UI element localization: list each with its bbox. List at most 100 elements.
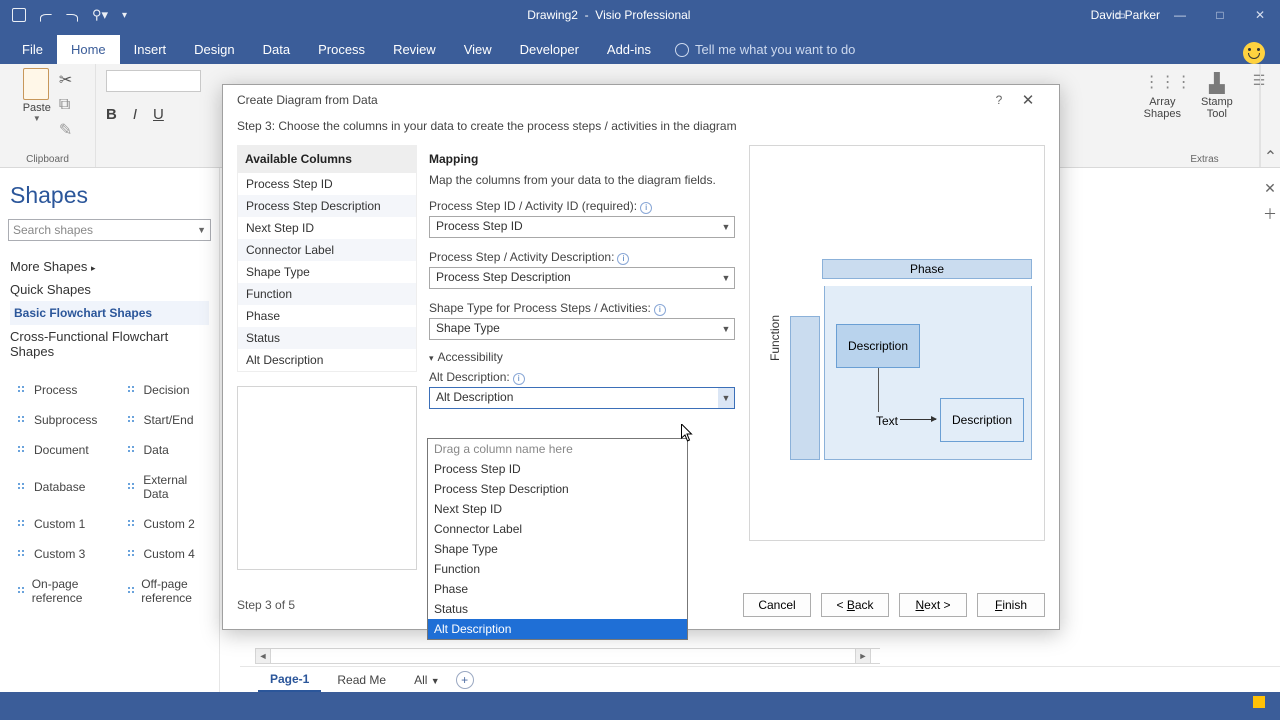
cut-icon[interactable]: ✂ [59, 70, 72, 90]
field3-select[interactable]: Shape Type▼ [429, 318, 735, 340]
dropdown-item[interactable]: Status [428, 599, 687, 619]
font-selector[interactable] [106, 70, 201, 92]
tab-file[interactable]: File [8, 35, 57, 64]
available-column-item[interactable]: Alt Description [238, 349, 416, 371]
scroll-left-icon[interactable]: ◄ [255, 648, 271, 664]
more-shapes-link[interactable]: More Shapes ▸ [10, 255, 209, 278]
array-shapes-icon[interactable]: ⋮⋮⋮ [1144, 72, 1168, 94]
page-tab-readme[interactable]: Read Me [325, 669, 398, 691]
undo-icon[interactable] [40, 14, 52, 22]
dropdown-item[interactable]: Phase [428, 579, 687, 599]
tab-addins[interactable]: Add-ins [593, 35, 665, 64]
available-column-item[interactable]: Next Step ID [238, 217, 416, 239]
tab-review[interactable]: Review [379, 35, 450, 64]
field4-select[interactable]: Alt Description▼ [429, 387, 735, 409]
tab-process[interactable]: Process [304, 35, 379, 64]
array-shapes-button[interactable]: Array Shapes [1144, 96, 1181, 120]
add-pane-icon[interactable]: ＋ [1263, 204, 1277, 224]
collapse-ribbon-icon[interactable]: ⌃ [1260, 64, 1280, 167]
page-tab-all[interactable]: All ▼ [402, 669, 452, 691]
touch-mode-icon[interactable]: ⚲▾ [92, 7, 108, 23]
stencil-shape[interactable]: External Data [110, 465, 220, 509]
stencil-shape[interactable]: Database [0, 465, 110, 509]
paste-icon[interactable] [23, 68, 49, 100]
dropdown-item[interactable]: Shape Type [428, 539, 687, 559]
maximize-icon[interactable]: □ [1200, 0, 1240, 30]
hscroll-track[interactable] [271, 648, 880, 664]
preview-connector-text: Text [876, 414, 898, 428]
save-icon[interactable] [12, 8, 26, 22]
cancel-button[interactable]: Cancel [743, 593, 811, 617]
available-column-item[interactable]: Connector Label [238, 239, 416, 261]
stencil-shape[interactable]: Subprocess [0, 405, 110, 435]
stencil-shape[interactable]: Process [0, 375, 110, 405]
italic-button[interactable]: I [133, 106, 137, 123]
qat-more-icon[interactable]: ▾ [122, 10, 127, 21]
field2-select[interactable]: Process Step Description▼ [429, 267, 735, 289]
bold-button[interactable]: B [106, 106, 117, 123]
dialog-title: Create Diagram from Data [237, 93, 378, 107]
stencil-shape[interactable]: Decision [110, 375, 220, 405]
stencil-shape[interactable]: Off-page reference [110, 569, 220, 613]
dialog-help-icon[interactable]: ? [987, 93, 1011, 107]
tab-home[interactable]: Home [57, 35, 120, 64]
paste-button[interactable]: Paste [23, 102, 51, 114]
info-icon[interactable]: i [513, 373, 525, 385]
available-column-item[interactable]: Shape Type [238, 261, 416, 283]
info-icon[interactable]: i [640, 202, 652, 214]
next-button[interactable]: Next > [899, 593, 967, 617]
stencil-shape[interactable]: Custom 2 [110, 509, 220, 539]
tab-view[interactable]: View [450, 35, 506, 64]
copy-icon[interactable]: ⧉ [59, 96, 72, 114]
stencil-shape[interactable]: Custom 3 [0, 539, 110, 569]
page-tab-1[interactable]: Page-1 [258, 668, 321, 692]
stencil-shape[interactable]: Custom 4 [110, 539, 220, 569]
available-column-item[interactable]: Status [238, 327, 416, 349]
quick-shapes-link[interactable]: Quick Shapes [10, 278, 209, 301]
tell-me[interactable]: Tell me what you want to do [675, 42, 855, 64]
dropdown-item[interactable]: Next Step ID [428, 499, 687, 519]
dropdown-item[interactable]: Function [428, 559, 687, 579]
stamp-tool-icon[interactable] [1207, 72, 1227, 94]
cross-functional-link[interactable]: Cross-Functional Flowchart Shapes [10, 325, 209, 363]
available-column-item[interactable]: Process Step ID [238, 173, 416, 195]
dropdown-item-selected[interactable]: Alt Description [428, 619, 687, 639]
search-shapes-input[interactable]: Search shapes ▼ [8, 219, 211, 241]
dropdown-item[interactable]: Process Step Description [428, 479, 687, 499]
basic-flowchart-link[interactable]: Basic Flowchart Shapes [10, 301, 209, 325]
feedback-icon[interactable] [1243, 42, 1265, 64]
field1-select[interactable]: Process Step ID▼ [429, 216, 735, 238]
dropdown-item[interactable]: Process Step ID [428, 459, 687, 479]
redo-icon[interactable] [66, 14, 78, 22]
close-pane-icon[interactable]: ✕ [1264, 180, 1276, 197]
available-column-item[interactable]: Function [238, 283, 416, 305]
stencil-shape[interactable]: Document [0, 435, 110, 465]
tab-developer[interactable]: Developer [506, 35, 593, 64]
add-page-button[interactable]: + [456, 671, 474, 689]
stencil-shape[interactable]: Data [110, 435, 220, 465]
scroll-right-icon[interactable]: ► [855, 648, 871, 664]
accessibility-section[interactable]: ▾Accessibility [429, 350, 735, 364]
info-icon[interactable]: i [617, 253, 629, 265]
stencil-shape[interactable]: Start/End [110, 405, 220, 435]
alt-description-dropdown[interactable]: Drag a column name here Process Step IDP… [427, 438, 688, 640]
minimize-icon[interactable]: — [1160, 0, 1200, 30]
dialog-close-icon[interactable]: ✕ [1011, 91, 1045, 109]
stencil-shape[interactable]: On-page reference [0, 569, 110, 613]
info-icon[interactable]: i [654, 304, 666, 316]
ribbon-display-icon[interactable]: ▭ [1100, 0, 1140, 30]
dropdown-item[interactable]: Connector Label [428, 519, 687, 539]
close-icon[interactable]: ✕ [1240, 0, 1280, 30]
format-painter-icon[interactable]: ✎ [59, 120, 72, 140]
tab-design[interactable]: Design [180, 35, 248, 64]
back-button[interactable]: < Back [821, 593, 889, 617]
available-column-item[interactable]: Phase [238, 305, 416, 327]
stencil-shape[interactable]: Custom 1 [0, 509, 110, 539]
underline-button[interactable]: U [153, 106, 164, 123]
tab-data[interactable]: Data [249, 35, 304, 64]
drop-area[interactable] [237, 386, 417, 570]
tab-insert[interactable]: Insert [120, 35, 181, 64]
stamp-tool-button[interactable]: Stamp Tool [1201, 96, 1233, 120]
finish-button[interactable]: Finish [977, 593, 1045, 617]
available-column-item[interactable]: Process Step Description [238, 195, 416, 217]
